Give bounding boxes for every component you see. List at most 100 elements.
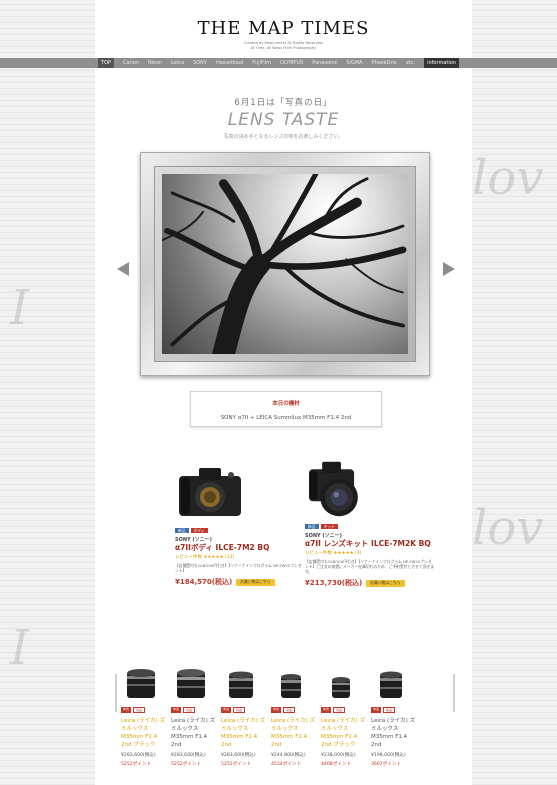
hero-title: LENS TASTE (227, 110, 340, 130)
nav-item-information[interactable]: information (424, 58, 459, 68)
product-brand: SONY (ソニー) (305, 533, 342, 539)
background-word-decoration: lov (472, 150, 544, 206)
product-name-link[interactable]: α7IIボディ ILCE-7M2 BQ (175, 543, 305, 553)
lens-price: ¥244,800(税込) (271, 753, 306, 758)
lens-name-link[interactable]: Leica (ライカ) ズミルックス M35mm F1.4 2nd (171, 717, 217, 749)
product-tags: 新品 ボディ (175, 528, 305, 533)
tag-new: 新品 (175, 528, 189, 533)
lens-image-icon (177, 669, 205, 698)
tag-used: 中古 (171, 707, 182, 713)
rating-count-link[interactable]: (3) (355, 551, 361, 556)
rating-count-link[interactable]: (13) (225, 555, 234, 560)
lens-name-link[interactable]: Leica (ライカ) ズミルックス M35mm F1.4 2nd (371, 717, 417, 749)
lens-item[interactable]: 中古 良品 Leica (ライカ) ズミルックス M35mm F1.4 2nd … (321, 664, 369, 767)
lens-image-icon (229, 671, 253, 698)
lens-points: 5252ポイント (121, 762, 152, 767)
photo-mat (154, 166, 416, 362)
lens-item[interactable]: 中古 良品 Leica (ライカ) ズミルックス M35mm F1.4 2nd … (121, 664, 169, 767)
price-row: ¥184,570(税込) お買い物はこちら (175, 577, 305, 587)
lens-name-link[interactable]: Leica (ライカ) ズミルックス M35mm F1.4 2nd (271, 717, 317, 749)
camera-kit-image[interactable] (305, 458, 375, 520)
site-header: THE MAP TIMES Created by MapCamera All R… (95, 0, 472, 58)
lens-item[interactable]: 中古 良品 Leica (ライカ) ズミルックス M35mm F1.4 2nd … (221, 664, 269, 767)
nav-item-sony[interactable]: SONY (193, 58, 207, 68)
lens-name-link[interactable]: Leica (ライカ) ズミルックス M35mm F1.4 2nd ブラック (321, 717, 367, 749)
product-note: 【店舗受付もOLBO00円引き】【ソナーナインプログラム NP-FW50プレゼン… (175, 563, 302, 573)
tag-category: ボディ (190, 528, 208, 533)
nav-item-phaseone[interactable]: PhaseOne (372, 58, 397, 68)
product-price: ¥213,730(税込) (305, 579, 363, 587)
hero-heading: 6月1日は「写真の日」 LENS TASTE 写真の決め手となるレンズの味をお楽… (95, 96, 472, 140)
lens-tags: 中古 美品 (371, 707, 419, 713)
lens-points: 3667ポイント (371, 762, 402, 767)
nav-item-etc[interactable]: etc. (406, 58, 415, 68)
lens-image-icon (127, 669, 155, 698)
tag-used: 中古 (371, 707, 382, 713)
lens-scroll-right-handle[interactable] (453, 674, 455, 712)
product-note: 【店舗受付もOLBO00円引き】【ソナーナインプログラム NP-FW50プレゼン… (305, 559, 435, 574)
lens-image-icon (281, 674, 301, 698)
lens-listing: 中古 良品 Leica (ライカ) ズミルックス M35mm F1.4 2nd … (115, 664, 455, 785)
background-letter-decoration: I (10, 280, 29, 336)
tag-used: 中古 (121, 707, 132, 713)
product-price: ¥184,570(税込) (175, 578, 233, 586)
lens-image-icon (332, 677, 350, 698)
nav-item-canon[interactable]: Canon (123, 58, 139, 68)
nav-item-hasselblad[interactable]: Hasselblad (216, 58, 243, 68)
lens-price: ¥283,600(税込) (221, 753, 256, 758)
nav-item-leica[interactable]: Leica (171, 58, 184, 68)
camera-body-image[interactable] (175, 462, 245, 524)
lens-tags: 中古 良品 (221, 707, 269, 713)
carousel-next-arrow-icon[interactable] (443, 262, 455, 276)
product-card: 新品 ボディ SONY (ソニー) α7IIボディ ILCE-7M2 BQ レビ… (175, 462, 305, 587)
lens-tags: 中古 良品 (171, 707, 219, 713)
buy-button[interactable]: お買い物はこちら (236, 578, 275, 586)
tag-category: キット (320, 524, 338, 529)
main-content: THE MAP TIMES Created by MapCamera All R… (0, 0, 557, 785)
featured-equipment-box: 本日の機材 SONY α7II + LEICA Summilux M35mm F… (190, 391, 382, 427)
nav-item-olympus[interactable]: OLYMPUS (280, 58, 303, 68)
newspaper-background-left: I I (0, 0, 95, 785)
lens-image-icon (380, 671, 402, 698)
hero-date-line: 6月1日は「写真の日」 (234, 98, 333, 108)
newspaper-background-right: lov lov (462, 0, 557, 785)
lens-item[interactable]: 中古 良品 Leica (ライカ) ズミルックス M35mm F1.4 2nd … (271, 664, 319, 767)
camera-icon (179, 468, 241, 516)
lens-points: 4408ポイント (321, 762, 352, 767)
carousel-prev-arrow-icon[interactable] (117, 262, 129, 276)
lens-tags: 中古 良品 (321, 707, 369, 713)
framed-photo (140, 152, 430, 376)
product-name-link[interactable]: α7II レンズキット ILCE-7M2K BQ (305, 539, 435, 549)
tree-photo (162, 174, 408, 354)
nav-item-top[interactable]: TOP (98, 58, 115, 68)
nav-item-nikon[interactable]: Nikon (148, 58, 162, 68)
rating-label: レビュー件数 (175, 555, 202, 560)
tag-condition: 良品 (183, 707, 196, 713)
nav-item-sigma[interactable]: SIGMA (346, 58, 362, 68)
lens-scroll-left-handle[interactable] (115, 674, 117, 712)
tree-illustration (162, 174, 407, 354)
logo-subtitle: Created by MapCamera All Rights Reserved… (95, 41, 472, 51)
lens-item[interactable]: 中古 美品 Leica (ライカ) ズミルックス M35mm F1.4 2nd … (371, 664, 419, 767)
lens-name-link[interactable]: Leica (ライカ) ズミルックス M35mm F1.4 2nd ブラック (121, 717, 167, 749)
tag-condition: 良品 (233, 707, 246, 713)
background-letter-decoration: I (10, 620, 29, 676)
nav-bar: TOP Canon Nikon Leica SONY Hasselblad Fu… (0, 58, 557, 68)
lens-tags: 中古 良品 (121, 707, 169, 713)
tag-condition: 良品 (333, 707, 346, 713)
tag-used: 中古 (271, 707, 282, 713)
featured-title: 本日の機材 (272, 401, 300, 407)
rating-stars-icon: ★★★★★ (333, 551, 354, 556)
product-tags: 新品 キット (305, 524, 435, 529)
site-logo[interactable]: THE MAP TIMES (95, 18, 472, 39)
nav-item-panasonic[interactable]: Panasonic (312, 58, 337, 68)
nav-item-fujifilm[interactable]: FujiFilm (252, 58, 271, 68)
lens-name-link[interactable]: Leica (ライカ) ズミルックス M35mm F1.4 2nd (221, 717, 267, 749)
camera-with-lens-icon (309, 461, 358, 517)
tag-condition: 美品 (383, 707, 396, 713)
tag-condition: 良品 (283, 707, 296, 713)
buy-button[interactable]: お買い物はこちら (366, 579, 405, 587)
tag-used: 中古 (221, 707, 232, 713)
product-rating: レビュー件数 ★★★★★ (13) (175, 554, 305, 560)
lens-item[interactable]: 中古 良品 Leica (ライカ) ズミルックス M35mm F1.4 2nd … (171, 664, 219, 767)
